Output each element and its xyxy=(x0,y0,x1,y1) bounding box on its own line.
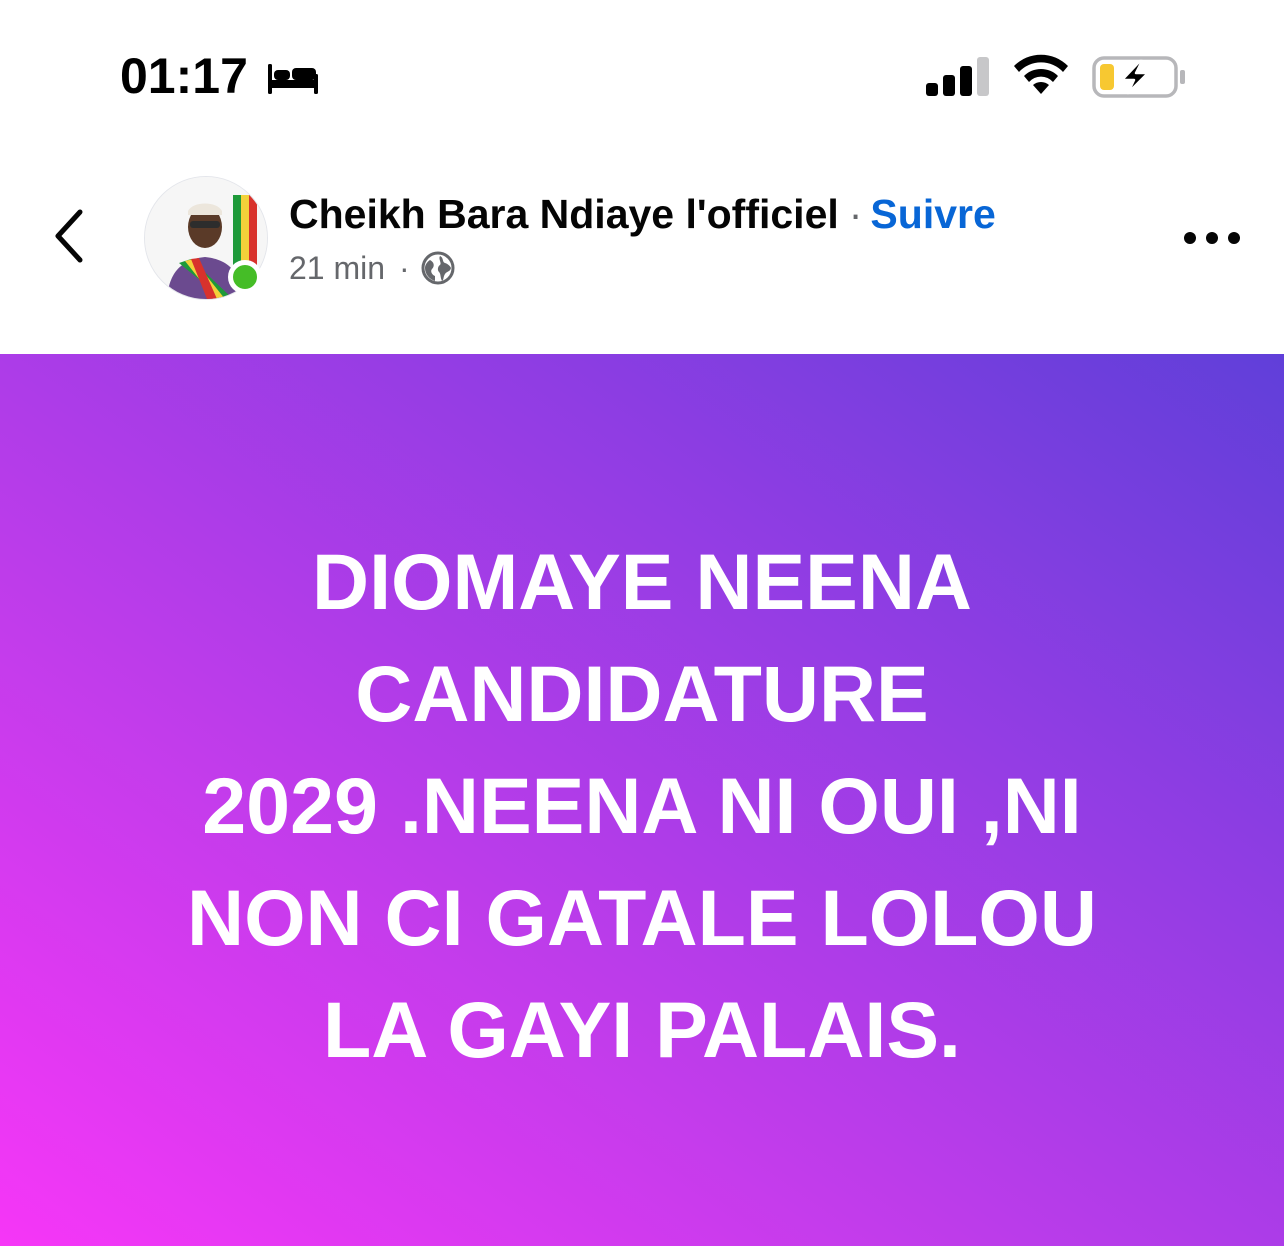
globe-icon xyxy=(421,251,455,285)
bottom-divider xyxy=(0,1246,1284,1254)
author-name[interactable]: Cheikh Bara Ndiaye l'officiel xyxy=(289,191,839,237)
title-separator: · xyxy=(848,191,863,237)
follow-button[interactable]: Suivre xyxy=(870,191,995,237)
wifi-icon xyxy=(1014,54,1068,94)
battery-charging-icon xyxy=(1092,56,1185,98)
post-background-card: DIOMAYE NEENA CANDIDATURE 2029 .NEENA NI… xyxy=(0,354,1284,1246)
post-text: DIOMAYE NEENA CANDIDATURE 2029 .NEENA NI… xyxy=(187,537,1097,1074)
more-options-icon[interactable] xyxy=(1176,220,1248,256)
meta-separator: · xyxy=(399,250,410,286)
cellular-signal-icon xyxy=(926,57,989,96)
status-bar: 01:17 xyxy=(0,0,1284,150)
post-header: Cheikh Bara Ndiaye l'officiel · Suivre 21 … xyxy=(0,150,1284,354)
status-time: 01:17 xyxy=(120,48,248,104)
online-status-dot xyxy=(228,260,262,294)
post-meta: 21 min · xyxy=(289,250,456,286)
facebook-post-screen: 01:17 Cheikh Bara Ndiaye l'officiel · Su… xyxy=(0,0,1284,1254)
post-title-line: Cheikh Bara Ndiaye l'officiel · Suivre xyxy=(289,190,996,238)
back-chevron-icon[interactable] xyxy=(42,200,98,272)
bed-icon xyxy=(268,64,318,94)
author-avatar[interactable] xyxy=(144,176,268,300)
post-timestamp[interactable]: 21 min xyxy=(289,250,385,286)
